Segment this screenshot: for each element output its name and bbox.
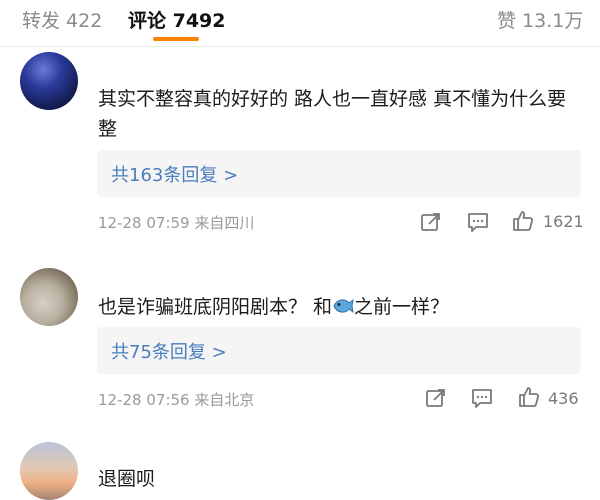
comment-text-part: 之前一样？ — [354, 296, 450, 318]
avatar[interactable] — [20, 268, 78, 326]
like-count: 1621 — [543, 212, 584, 231]
fish-emoji-icon — [333, 298, 354, 314]
divider — [0, 46, 600, 47]
reply-box[interactable]: 共163条回复 > — [97, 150, 581, 197]
comment-meta: 12-28 07:56 来自北京 — [98, 391, 255, 409]
comment-text-part: 也是诈骗班底阴阳剧本？ 和 — [98, 296, 333, 318]
comment-icon[interactable] — [467, 211, 489, 233]
like-icon[interactable] — [518, 386, 540, 408]
tab-likes[interactable]: 赞 13.1万 — [497, 6, 583, 33]
view-replies-link[interactable]: 共75条回复 > — [111, 338, 227, 364]
avatar[interactable] — [20, 442, 78, 500]
comment-text: 其实不整容真的好好的 路人也一直好感 真不懂为什么要整 — [98, 88, 567, 140]
tab-comments[interactable]: 评论 7492 — [128, 6, 226, 33]
comment-text: 也是诈骗班底阴阳剧本？ 和 之前一样？ — [98, 292, 578, 322]
active-tab-indicator — [153, 37, 199, 41]
comment-icon[interactable] — [471, 387, 493, 409]
like-icon[interactable] — [512, 210, 534, 232]
avatar[interactable] — [20, 52, 78, 110]
view-replies-link[interactable]: 共163条回复 > — [111, 161, 238, 187]
share-icon[interactable] — [420, 211, 442, 233]
comment-meta: 12-28 07:59 来自四川 — [98, 214, 255, 232]
reply-box[interactable]: 共75条回复 > — [97, 327, 581, 374]
like-count: 436 — [548, 389, 579, 408]
comment-text: 退圈呗 — [98, 468, 156, 490]
tab-bar: 转发 422 评论 7492 赞 13.1万 — [0, 0, 600, 44]
tab-repost[interactable]: 转发 422 — [22, 6, 102, 33]
share-icon[interactable] — [425, 387, 447, 409]
